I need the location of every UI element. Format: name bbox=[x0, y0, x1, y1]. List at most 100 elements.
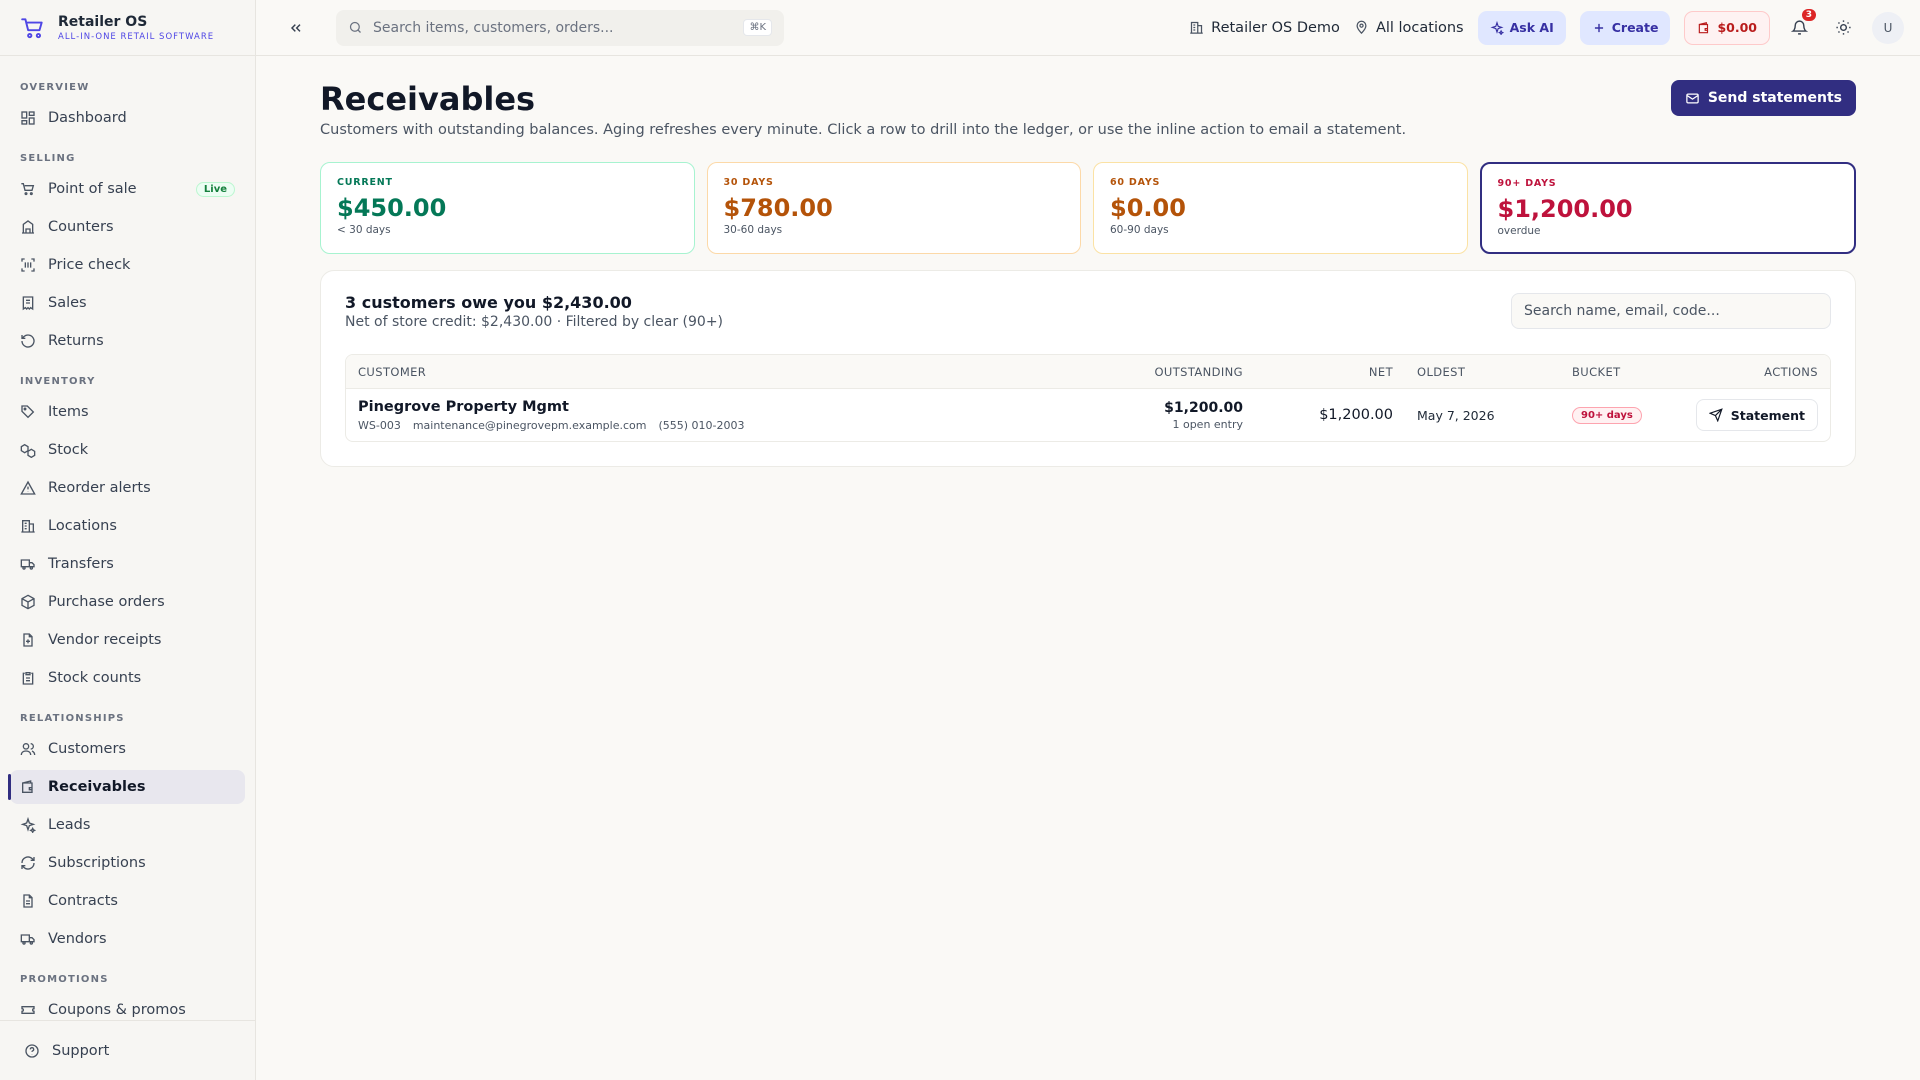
sidebar-item-customers[interactable]: Customers bbox=[10, 732, 245, 766]
table-row[interactable]: Pinegrove Property Mgmt WS-003 maintenan… bbox=[346, 389, 1830, 441]
sidebar-item-label: Transfers bbox=[48, 556, 114, 572]
col-outstanding[interactable]: OUTSTANDING bbox=[1075, 365, 1255, 379]
col-customer[interactable]: CUSTOMER bbox=[346, 365, 1075, 379]
net-amount: $1,200.00 bbox=[1319, 407, 1393, 423]
notifications-button[interactable]: 3 bbox=[1784, 8, 1816, 43]
grid-icon bbox=[21, 111, 35, 125]
sparkle-icon bbox=[20, 817, 36, 833]
org-name: Retailer OS Demo bbox=[1211, 19, 1340, 36]
sidebar-item-label: Leads bbox=[48, 817, 91, 833]
sidebar-item-dashboard[interactable]: Dashboard bbox=[10, 101, 245, 135]
panel-header: 3 customers owe you $2,430.00 Net of sto… bbox=[345, 293, 1831, 330]
mail-icon bbox=[1686, 93, 1699, 103]
aging-cards: CURRENT $450.00 < 30 days 30 DAYS $780.0… bbox=[320, 162, 1856, 254]
table-header: CUSTOMER OUTSTANDING NET OLDEST BUCKET A… bbox=[346, 355, 1830, 389]
col-actions: ACTIONS bbox=[1764, 364, 1818, 379]
file-plus-icon bbox=[23, 633, 33, 647]
sidebar-item-reorder-alerts[interactable]: Reorder alerts bbox=[10, 471, 245, 505]
sidebar-item-stock-counts[interactable]: Stock counts bbox=[10, 661, 245, 695]
customer-search-input[interactable] bbox=[1511, 293, 1831, 329]
sidebar-item-returns[interactable]: Returns bbox=[10, 324, 245, 358]
notification-count: 3 bbox=[1801, 8, 1816, 21]
receipt-icon bbox=[22, 296, 34, 311]
sidebar-item-transfers[interactable]: Transfers bbox=[10, 547, 245, 581]
search-icon bbox=[349, 21, 361, 33]
card-label: CURRENT bbox=[337, 177, 393, 188]
sidebar-item-coupons[interactable]: Coupons & promos bbox=[10, 993, 245, 1020]
create-button[interactable]: Create bbox=[1579, 10, 1671, 45]
brand[interactable]: Retailer OS ALL-IN-ONE RETAIL SOFTWARE bbox=[0, 0, 255, 56]
refresh-icon bbox=[21, 856, 35, 870]
shortcut-hint: ⌘K bbox=[743, 19, 772, 36]
sidebar-item-label: Vendor receipts bbox=[48, 632, 162, 648]
nav-section-overview: OVERVIEW bbox=[20, 82, 90, 93]
receivables-panel: 3 customers owe you $2,430.00 Net of sto… bbox=[320, 270, 1856, 467]
sidebar-item-receivables[interactable]: Receivables bbox=[8, 770, 245, 804]
aging-card-current[interactable]: CURRENT $450.00 < 30 days bbox=[320, 162, 695, 254]
aging-card-60-days[interactable]: 60 DAYS $0.00 60-90 days bbox=[1093, 162, 1468, 254]
aging-card-90-plus-days[interactable]: 90+ DAYS $1,200.00 overdue bbox=[1479, 162, 1856, 254]
bucket-badge: 90+ days bbox=[1572, 407, 1642, 424]
sidebar-item-purchase-orders[interactable]: Purchase orders bbox=[10, 585, 245, 619]
alert-icon bbox=[20, 480, 36, 495]
sidebar-item-label: Receivables bbox=[48, 779, 146, 795]
col-bucket[interactable]: BUCKET bbox=[1560, 365, 1680, 379]
page-title: Receivables bbox=[320, 80, 536, 118]
col-oldest[interactable]: OLDEST bbox=[1405, 365, 1560, 379]
sidebar-item-label: Locations bbox=[48, 518, 117, 534]
sidebar-item-vendors[interactable]: Vendors bbox=[10, 922, 245, 956]
users-icon bbox=[20, 743, 36, 756]
receivables-content: Receivables Send statements Customers wi… bbox=[256, 56, 1920, 467]
col-net[interactable]: NET bbox=[1255, 365, 1405, 379]
statement-button[interactable]: Statement bbox=[1695, 399, 1818, 431]
sidebar-item-label: Price check bbox=[48, 257, 131, 273]
chevrons-left-icon bbox=[290, 23, 301, 32]
sidebar-item-label: Coupons & promos bbox=[48, 1002, 186, 1018]
sidebar-item-items[interactable]: Items bbox=[10, 395, 245, 429]
card-label: 90+ DAYS bbox=[1497, 178, 1557, 189]
customer-cell: Pinegrove Property Mgmt WS-003 maintenan… bbox=[346, 399, 1075, 432]
card-value: $0.00 bbox=[1110, 194, 1186, 222]
avatar[interactable]: U bbox=[1872, 11, 1904, 44]
nav-section-relationships: RELATIONSHIPS bbox=[20, 713, 125, 724]
sidebar-item-point-of-sale[interactable]: Point of sale Live bbox=[10, 172, 245, 206]
location-switcher[interactable]: All locations bbox=[1354, 20, 1464, 36]
card-label: 30 DAYS bbox=[723, 177, 774, 188]
support-label: Support bbox=[52, 1042, 110, 1059]
live-badge: Live bbox=[195, 181, 235, 197]
sidebar-item-counters[interactable]: Counters bbox=[10, 210, 245, 244]
collapse-sidebar-button[interactable] bbox=[284, 16, 308, 40]
undo-icon bbox=[21, 334, 35, 348]
sidebar-item-stock[interactable]: Stock bbox=[10, 433, 245, 467]
card-value: $1,200.00 bbox=[1497, 195, 1633, 223]
sidebar-item-contracts[interactable]: Contracts bbox=[10, 884, 245, 918]
sidebar-support[interactable]: Support bbox=[0, 1020, 255, 1080]
app-root: Retailer OS ALL-IN-ONE RETAIL SOFTWARE O… bbox=[0, 0, 1920, 1080]
sidebar-item-leads[interactable]: Leads bbox=[10, 808, 245, 842]
nav-section-selling: SELLING bbox=[20, 153, 76, 164]
oldest-date: May 7, 2026 bbox=[1417, 407, 1495, 423]
send-statements-button[interactable]: Send statements bbox=[1670, 80, 1856, 116]
page-description: Customers with outstanding balances. Agi… bbox=[320, 122, 1407, 138]
panel-title: 3 customers owe you $2,430.00 bbox=[345, 293, 632, 312]
sidebar-item-vendor-receipts[interactable]: Vendor receipts bbox=[10, 623, 245, 657]
global-search[interactable]: ⌘K bbox=[336, 9, 784, 46]
sidebar-item-price-check[interactable]: Price check bbox=[10, 248, 245, 282]
statement-label: Statement bbox=[1730, 407, 1805, 423]
sidebar-item-label: Point of sale bbox=[48, 181, 137, 197]
brand-tagline: ALL-IN-ONE RETAIL SOFTWARE bbox=[58, 31, 215, 42]
theme-toggle-button[interactable] bbox=[1828, 13, 1858, 43]
sidebar-item-label: Reorder alerts bbox=[48, 480, 151, 496]
outstanding-amount: $1,200.00 bbox=[1164, 399, 1243, 416]
aging-card-30-days[interactable]: 30 DAYS $780.00 30-60 days bbox=[706, 162, 1081, 254]
sidebar-item-sales[interactable]: Sales bbox=[10, 286, 245, 320]
customer-code: WS-003 bbox=[358, 418, 401, 432]
sidebar-item-subscriptions[interactable]: Subscriptions bbox=[10, 846, 245, 880]
search-input[interactable] bbox=[373, 19, 734, 36]
org-switcher[interactable]: Retailer OS Demo bbox=[1189, 20, 1340, 36]
file-icon bbox=[23, 894, 33, 908]
sidebar-item-label: Dashboard bbox=[48, 110, 127, 126]
ask-ai-button[interactable]: Ask AI bbox=[1477, 10, 1566, 45]
sidebar-item-locations[interactable]: Locations bbox=[10, 509, 245, 543]
wallet-balance-button[interactable]: $0.00 bbox=[1684, 10, 1770, 45]
